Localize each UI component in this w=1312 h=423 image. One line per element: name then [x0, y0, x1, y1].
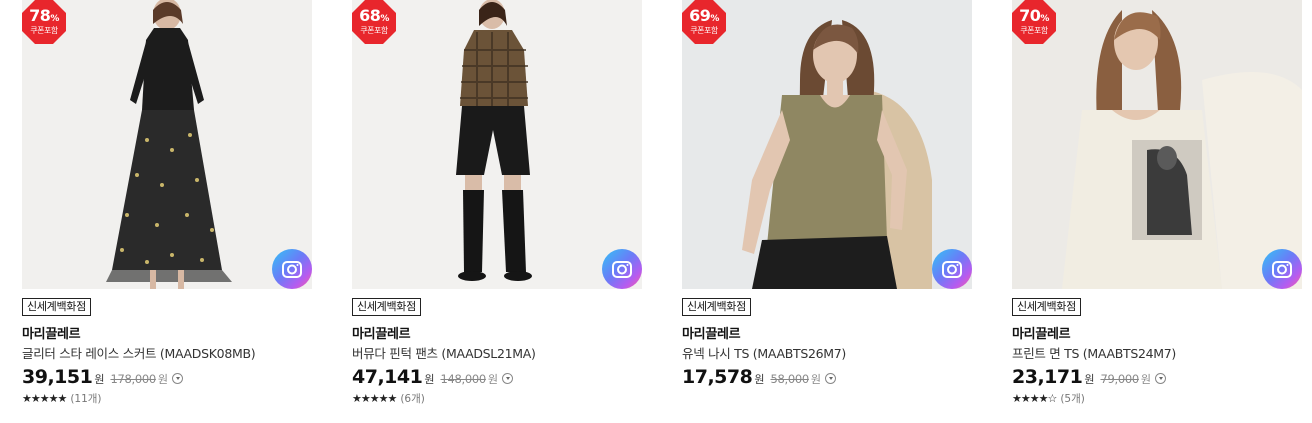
star-rating-icon: ★★★★★	[22, 392, 67, 405]
product-name[interactable]: 유넥 나시 TS (MAABTS26M7)	[682, 343, 846, 362]
original-currency-unit: 원	[1140, 373, 1152, 386]
camera-search-button[interactable]	[272, 249, 312, 289]
product-name[interactable]: 버뮤다 핀턱 팬츠 (MAADSL21MA)	[352, 343, 536, 362]
product-image[interactable]: 69% 쿠폰포함	[682, 0, 972, 289]
review-count[interactable]: (6개)	[400, 391, 425, 406]
sale-price: 23,171	[1012, 366, 1083, 388]
original-price: 148,000	[440, 372, 486, 386]
price-row: 23,171 원 79,000 원	[1012, 366, 1167, 388]
price-info-chevron-icon[interactable]	[825, 373, 837, 384]
product-image[interactable]: 68% 쿠폰포함	[352, 0, 642, 289]
camera-search-button[interactable]	[932, 249, 972, 289]
brand-name[interactable]: 마리끌레르	[352, 323, 411, 342]
product-grid: 78% 쿠폰포함 신세계백화점 마리끌레르 글리터 스타 레이스 스커트 (MA…	[22, 0, 1302, 423]
product-card[interactable]: 69% 쿠폰포함 신세계백화점 마리끌레르 유넥 나시 TS (MAABTS26…	[682, 0, 972, 423]
original-currency-unit: 원	[487, 373, 499, 386]
discount-percent: 70%	[1019, 6, 1049, 25]
original-price: 79,000	[1100, 372, 1139, 386]
price-info-chevron-icon[interactable]	[1155, 373, 1167, 384]
price-row: 17,578 원 58,000 원	[682, 366, 837, 388]
price-info-chevron-icon[interactable]	[172, 373, 184, 384]
currency-unit: 원	[424, 373, 435, 386]
camera-icon	[282, 261, 302, 278]
store-tag: 신세계백화점	[1012, 298, 1081, 316]
original-price: 58,000	[770, 372, 809, 386]
product-image[interactable]: 78% 쿠폰포함	[22, 0, 312, 289]
original-currency-unit: 원	[157, 373, 169, 386]
coupon-label: 쿠폰포함	[30, 26, 58, 35]
star-rating-icon: ★★★★☆	[1012, 392, 1057, 405]
discount-badge: 70% 쿠폰포함	[1012, 0, 1056, 44]
brand-name[interactable]: 마리끌레르	[682, 323, 741, 342]
product-image[interactable]: 70% 쿠폰포함	[1012, 0, 1302, 289]
store-tag: 신세계백화점	[682, 298, 751, 316]
brand-name[interactable]: 마리끌레르	[1012, 323, 1071, 342]
rating: ★★★★★ (11개)	[22, 391, 102, 406]
camera-icon	[612, 261, 632, 278]
product-name[interactable]: 프린트 면 TS (MAABTS24M7)	[1012, 343, 1176, 362]
review-count[interactable]: (11개)	[70, 391, 101, 406]
original-price: 178,000	[110, 372, 156, 386]
sale-price: 39,151	[22, 366, 93, 388]
price-row: 39,151 원 178,000 원	[22, 366, 184, 388]
product-card[interactable]: 78% 쿠폰포함 신세계백화점 마리끌레르 글리터 스타 레이스 스커트 (MA…	[22, 0, 312, 423]
price-info-chevron-icon[interactable]	[502, 373, 514, 384]
brand-name[interactable]: 마리끌레르	[22, 323, 81, 342]
review-count[interactable]: (5개)	[1060, 391, 1085, 406]
camera-icon	[942, 261, 962, 278]
product-card[interactable]: 68% 쿠폰포함 신세계백화점 마리끌레르 버뮤다 핀턱 팬츠 (MAADSL2…	[352, 0, 642, 423]
discount-percent: 78%	[29, 6, 59, 25]
discount-badge: 68% 쿠폰포함	[352, 0, 396, 44]
original-currency-unit: 원	[810, 373, 822, 386]
discount-percent: 68%	[359, 6, 389, 25]
store-tag: 신세계백화점	[22, 298, 91, 316]
discount-badge: 78% 쿠폰포함	[22, 0, 66, 44]
camera-search-button[interactable]	[602, 249, 642, 289]
discount-percent: 69%	[689, 6, 719, 25]
camera-icon	[1272, 261, 1292, 278]
coupon-label: 쿠폰포함	[360, 26, 388, 35]
product-card[interactable]: 70% 쿠폰포함 신세계백화점 마리끌레르 프린트 면 TS (MAABTS24…	[1012, 0, 1302, 423]
star-rating-icon: ★★★★★	[352, 392, 397, 405]
rating: ★★★★☆ (5개)	[1012, 391, 1085, 406]
currency-unit: 원	[1084, 373, 1095, 386]
store-tag: 신세계백화점	[352, 298, 421, 316]
rating: ★★★★★ (6개)	[352, 391, 425, 406]
product-name[interactable]: 글리터 스타 레이스 스커트 (MAADSK08MB)	[22, 343, 256, 362]
sale-price: 17,578	[682, 366, 753, 388]
sale-price: 47,141	[352, 366, 423, 388]
currency-unit: 원	[94, 373, 105, 386]
price-row: 47,141 원 148,000 원	[352, 366, 514, 388]
coupon-label: 쿠폰포함	[1020, 26, 1048, 35]
currency-unit: 원	[754, 373, 765, 386]
coupon-label: 쿠폰포함	[690, 26, 718, 35]
discount-badge: 69% 쿠폰포함	[682, 0, 726, 44]
camera-search-button[interactable]	[1262, 249, 1302, 289]
